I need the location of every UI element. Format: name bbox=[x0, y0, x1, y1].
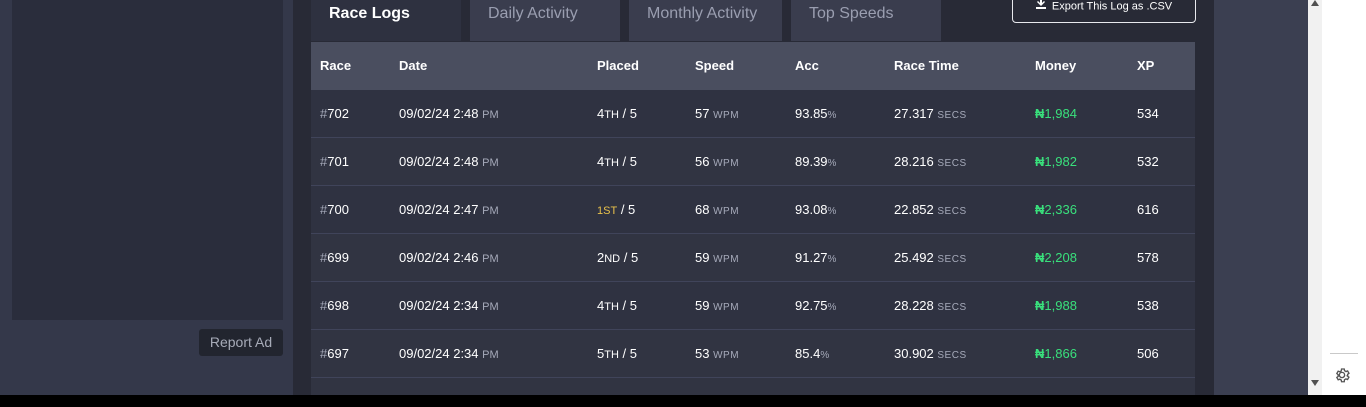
race-time: 30.902 SECS bbox=[894, 346, 967, 361]
race-time: 25.492 SECS bbox=[894, 250, 967, 265]
race-placed: 1ST / 5 bbox=[597, 202, 636, 217]
race-accuracy: 93.85% bbox=[795, 106, 837, 121]
download-icon bbox=[1035, 0, 1046, 20]
race-speed: 56 WPM bbox=[695, 154, 740, 169]
tab-daily-activity[interactable]: Daily Activity bbox=[470, 0, 620, 41]
scroll-up-arrow-icon[interactable] bbox=[1311, 0, 1319, 6]
race-xp: 578 bbox=[1137, 250, 1159, 265]
race-xp: 534 bbox=[1137, 106, 1159, 121]
race-xp: 538 bbox=[1137, 298, 1159, 313]
ad-placeholder bbox=[12, 0, 283, 320]
race-money: ₦1,988 bbox=[1035, 298, 1077, 313]
header-xp[interactable]: XP bbox=[1137, 42, 1154, 90]
race-number: #700 bbox=[320, 202, 349, 217]
race-money: ₦1,982 bbox=[1035, 154, 1077, 169]
header-date[interactable]: Date bbox=[399, 42, 427, 90]
race-date: 09/02/24 2:48 PM bbox=[399, 154, 499, 169]
race-money: ₦2,208 bbox=[1035, 250, 1077, 265]
race-log-table: Race Date Placed Speed Acc Race Time Mon… bbox=[311, 42, 1195, 402]
left-sidebar: Report Ad bbox=[0, 0, 293, 395]
race-speed: 68 WPM bbox=[695, 202, 740, 217]
race-speed: 59 WPM bbox=[695, 298, 740, 313]
tab-top-speeds[interactable]: Top Speeds bbox=[791, 0, 941, 41]
race-time: 22.852 SECS bbox=[894, 202, 967, 217]
table-row[interactable]: #700 09/02/24 2:47 PM 1ST / 5 68 WPM 93.… bbox=[311, 186, 1195, 234]
table-row[interactable]: #701 09/02/24 2:48 PM 4TH / 5 56 WPM 89.… bbox=[311, 138, 1195, 186]
race-date: 09/02/24 2:47 PM bbox=[399, 202, 499, 217]
header-race-time[interactable]: Race Time bbox=[894, 42, 959, 90]
header-money[interactable]: Money bbox=[1035, 42, 1076, 90]
race-placed: 4TH / 5 bbox=[597, 106, 637, 121]
bottom-edge bbox=[0, 395, 1366, 407]
report-ad-button[interactable]: Report Ad bbox=[199, 329, 283, 356]
side-divider bbox=[1330, 353, 1358, 354]
race-placed: 5TH / 5 bbox=[597, 346, 637, 361]
race-money: ₦1,984 bbox=[1035, 106, 1077, 121]
right-sidebar bbox=[1214, 0, 1308, 395]
race-number: #702 bbox=[320, 106, 349, 121]
table-header: Race Date Placed Speed Acc Race Time Mon… bbox=[311, 42, 1195, 90]
export-csv-label: Export This Log as .CSV bbox=[1051, 0, 1173, 13]
table-row[interactable]: #697 09/02/24 2:34 PM 5TH / 5 53 WPM 85.… bbox=[311, 330, 1195, 378]
race-speed: 59 WPM bbox=[695, 250, 740, 265]
tab-race-logs[interactable]: Race Logs bbox=[311, 0, 461, 41]
race-number: #698 bbox=[320, 298, 349, 313]
race-accuracy: 89.39% bbox=[795, 154, 837, 169]
race-time: 28.228 SECS bbox=[894, 298, 967, 313]
race-accuracy: 91.27% bbox=[795, 250, 837, 265]
header-speed[interactable]: Speed bbox=[695, 42, 734, 90]
race-number: #701 bbox=[320, 154, 349, 169]
scroll-down-arrow-icon[interactable] bbox=[1311, 380, 1319, 386]
header-acc[interactable]: Acc bbox=[795, 42, 819, 90]
table-body: #702 09/02/24 2:48 PM 4TH / 5 57 WPM 93.… bbox=[311, 90, 1195, 402]
race-time: 28.216 SECS bbox=[894, 154, 967, 169]
table-row[interactable]: #698 09/02/24 2:34 PM 4TH / 5 59 WPM 92.… bbox=[311, 282, 1195, 330]
race-money: ₦2,336 bbox=[1035, 202, 1077, 217]
race-speed: 53 WPM bbox=[695, 346, 740, 361]
race-xp: 506 bbox=[1137, 346, 1159, 361]
race-xp: 532 bbox=[1137, 154, 1159, 169]
race-date: 09/02/24 2:48 PM bbox=[399, 106, 499, 121]
race-money: ₦1,866 bbox=[1035, 346, 1077, 361]
race-number: #699 bbox=[320, 250, 349, 265]
race-date: 09/02/24 2:34 PM bbox=[399, 346, 499, 361]
export-csv-button[interactable]: Export This Log as .CSV bbox=[1012, 0, 1196, 23]
header-race[interactable]: Race bbox=[320, 42, 351, 90]
race-placed: 2ND / 5 bbox=[597, 250, 639, 265]
race-placed: 4TH / 5 bbox=[597, 298, 637, 313]
header-placed[interactable]: Placed bbox=[597, 42, 639, 90]
browser-side-panel bbox=[1322, 0, 1366, 395]
race-number: #697 bbox=[320, 346, 349, 361]
race-speed: 57 WPM bbox=[695, 106, 740, 121]
table-row[interactable]: #702 09/02/24 2:48 PM 4TH / 5 57 WPM 93.… bbox=[311, 90, 1195, 138]
race-date: 09/02/24 2:34 PM bbox=[399, 298, 499, 313]
race-placed: 4TH / 5 bbox=[597, 154, 637, 169]
race-accuracy: 92.75% bbox=[795, 298, 837, 313]
vertical-scrollbar[interactable] bbox=[1308, 0, 1322, 395]
race-time: 27.317 SECS bbox=[894, 106, 967, 121]
race-accuracy: 85.4% bbox=[795, 346, 830, 361]
race-accuracy: 93.08% bbox=[795, 202, 837, 217]
table-row[interactable]: #699 09/02/24 2:46 PM 2ND / 5 59 WPM 91.… bbox=[311, 234, 1195, 282]
race-date: 09/02/24 2:46 PM bbox=[399, 250, 499, 265]
tab-monthly-activity[interactable]: Monthly Activity bbox=[629, 0, 782, 41]
gear-icon[interactable] bbox=[1333, 366, 1351, 389]
race-xp: 616 bbox=[1137, 202, 1159, 217]
